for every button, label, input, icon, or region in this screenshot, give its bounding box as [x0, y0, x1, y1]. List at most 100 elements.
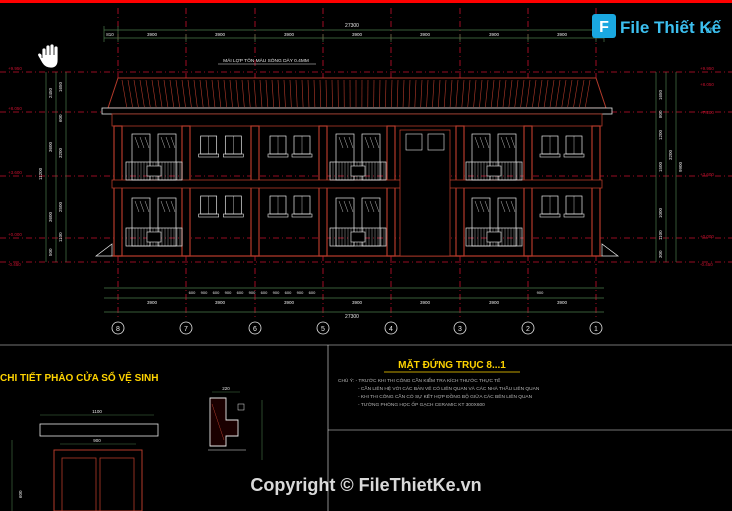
right-dims: 1650 800 1200 9900 1500 3200 1000 1100 3… [658, 89, 683, 258]
left-dims: 2450 1650 600 3600 3200 11200 3600 2500 … [38, 81, 63, 256]
axis-bubble: 3 [453, 321, 467, 335]
left-dim: 11200 [38, 167, 43, 180]
detail-title: CHI TIẾT PHÀO CỬA SỔ VỆ SINH [0, 371, 159, 384]
door-glazing [479, 136, 485, 149]
bottom-sub-dim: 900 [273, 290, 280, 295]
left-dimension-chain [45, 72, 67, 262]
left-level: +9.950 [8, 66, 22, 71]
door-glazing [369, 136, 375, 149]
window-sill [198, 213, 219, 218]
door-glazing [170, 136, 176, 149]
bottom-bay-dim: 3900 [215, 300, 226, 305]
door-glazing [484, 200, 490, 213]
bottom-sub-dim: 900 [297, 290, 304, 295]
right-dim: 9900 [678, 161, 683, 172]
door-glazing [374, 200, 380, 213]
window-leaf-right [99, 457, 135, 511]
axis-bubble: 6 [248, 321, 262, 335]
left-levels: +9.950 +8.050 +3.600 +0.000 -0.450 [8, 66, 22, 267]
right-level: +7.200 [700, 110, 714, 115]
window-sill [223, 153, 244, 158]
balcony-panel [486, 165, 502, 177]
axis-bubble: 1 [589, 321, 603, 335]
window-sill [223, 213, 244, 218]
door-glazing [165, 136, 171, 149]
bottom-sub-dim: 900 [201, 290, 208, 295]
logo-suffix: .vn [702, 25, 715, 36]
note-line: - KHI THI CÔNG CẦN CÓ SỰ KẾT HỢP ĐỒNG BỘ… [358, 392, 533, 400]
column [591, 125, 601, 257]
roof-eave [101, 107, 613, 115]
hood-section-detail: 220 [208, 386, 263, 460]
building-elevation [94, 77, 620, 257]
left-dim: 1650 [58, 81, 63, 92]
cad-drawing-canvas[interactable]: 27300 810 3900 3900 3900 3900 3900 3900 … [0, 0, 732, 511]
svg-text:F: F [599, 19, 609, 36]
hand-pan-icon [37, 43, 59, 69]
door-glazing [364, 136, 370, 149]
detail-height-dim: 600 [18, 490, 23, 498]
door-glazing [364, 200, 370, 213]
axis-label: 1 [594, 326, 598, 333]
top-bay-dim: 3900 [352, 32, 363, 37]
bottom-bay-dim: 3900 [147, 300, 158, 305]
door-glazing [160, 200, 166, 213]
detail-width-dim: 1100 [92, 409, 102, 414]
top-left-small-dim: 810 [106, 32, 114, 37]
left-level: -0.450 [8, 262, 21, 267]
roof [107, 77, 607, 109]
right-level: +9.950 [700, 66, 714, 71]
balcony-panel [146, 231, 162, 243]
left-level: +8.050 [8, 106, 22, 111]
right-level: -0.450 [700, 262, 713, 267]
right-dim: 1500 [658, 161, 663, 172]
bottom-sub-dim: 600 [213, 290, 220, 295]
left-dim: 600 [58, 114, 63, 122]
axis-bubble: 5 [316, 321, 330, 335]
door-glazing [134, 136, 140, 149]
door-glazing [505, 136, 511, 149]
note-line: - TƯỜNG PHÒNG HỌC ỐP GẠCH CERAMIC KT 300… [358, 401, 485, 408]
right-dim: 1200 [658, 129, 663, 140]
right-dim: 800 [658, 110, 663, 118]
left-dim: 3600 [48, 141, 53, 152]
axis-label: 5 [321, 326, 325, 333]
door-glazing [338, 200, 344, 213]
axis-bubble: 7 [179, 321, 193, 335]
top-bay-dims: 3900 3900 3900 3900 3900 3900 3900 [147, 32, 568, 37]
window-sill [539, 153, 561, 158]
top-bay-dim: 3900 [489, 32, 500, 37]
axis-bubble: 2 [521, 321, 535, 335]
bottom-bay-dim: 3900 [352, 300, 363, 305]
door-glazing [510, 200, 516, 213]
door-glazing [500, 136, 506, 149]
copyright-watermark: Copyright © FileThietKe.vn [250, 475, 481, 495]
bottom-sub-dim: 900 [249, 290, 256, 295]
note-line: - CẦN LIÊN HỆ VỚI CÁC BẢN VẼ CÓ LIÊN QUA… [358, 384, 540, 392]
notes: CHÚ Ý: - TRƯỚC KHI THI CÔNG CẦN KIỂM TRA… [338, 377, 540, 408]
door-glazing [170, 200, 176, 213]
window-hood-detail: 1100 900 600 [11, 409, 159, 511]
right-dim: 300 [658, 250, 663, 258]
bottom-sub-dim: 900 [537, 290, 544, 295]
door-glazing [348, 200, 354, 213]
column [113, 125, 123, 257]
brand-logo[interactable]: F File Thiết Kế .vn [592, 14, 722, 38]
top-bay-dim: 3900 [147, 32, 158, 37]
title-strip [0, 0, 732, 3]
door-glazing [474, 200, 480, 213]
bottom-bay-dim: 3900 [557, 300, 568, 305]
door-glazing [474, 136, 480, 149]
right-level: +0.000 [700, 234, 714, 239]
window-sill [267, 213, 289, 218]
section-dim: 220 [222, 386, 230, 391]
right-levels: +9.950 +8.050 +7.200 +3.600 +0.000 -0.45… [700, 66, 714, 267]
right-level: +8.050 [700, 82, 714, 87]
left-dim: 2500 [58, 201, 63, 212]
column [181, 125, 191, 257]
bottom-sub-dim: 600 [309, 290, 316, 295]
balcony-panel [350, 231, 366, 243]
hood-slab [39, 423, 159, 437]
axis-bubble: 8 [111, 321, 125, 335]
window-sill [198, 153, 219, 158]
